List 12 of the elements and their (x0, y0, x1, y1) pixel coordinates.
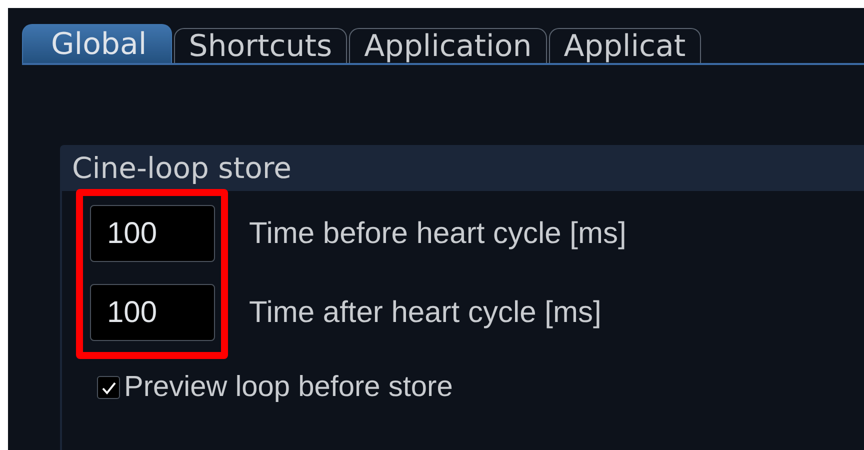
tab[interactable]: Shortcuts (174, 28, 348, 63)
number-field[interactable]: 100 (90, 284, 215, 341)
checkbox-label: Preview loop before store (124, 371, 453, 404)
field-label: Time after heart cycle [ms] (249, 296, 602, 330)
check-icon (100, 380, 116, 396)
tab[interactable]: Global (22, 24, 172, 63)
field-label: Time before heart cycle [ms] (249, 216, 626, 250)
tab[interactable]: Application (349, 28, 547, 63)
tab[interactable]: Applicat (548, 28, 701, 63)
checkbox[interactable] (97, 376, 120, 399)
number-field[interactable]: 100 (90, 205, 215, 262)
group-title: Cine-loop store (72, 151, 292, 185)
